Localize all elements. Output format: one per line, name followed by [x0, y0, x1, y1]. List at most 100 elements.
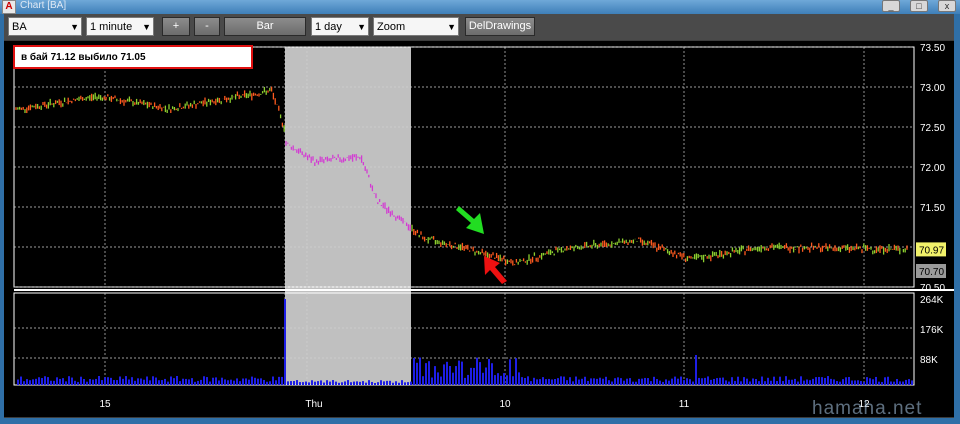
zoom-value: Zoom — [377, 21, 406, 33]
price-tick-label: 72.00 — [920, 163, 945, 174]
volume-bar — [458, 360, 460, 385]
range-select[interactable]: 1 day ▼ — [311, 17, 369, 36]
volume-bar — [746, 378, 748, 385]
volume-bar — [236, 378, 238, 385]
volume-bar — [713, 378, 715, 385]
volume-bar — [737, 376, 739, 385]
del-drawings-button[interactable]: DelDrawings — [465, 17, 535, 36]
volume-bar — [467, 374, 469, 385]
volume-bar — [398, 382, 400, 385]
volume-bar — [416, 362, 418, 385]
volume-bar — [755, 378, 757, 385]
volume-bar — [464, 377, 466, 385]
volume-bar — [794, 378, 796, 385]
volume-bar — [371, 381, 373, 385]
volume-bar — [440, 376, 442, 385]
volume-bar — [410, 381, 412, 385]
volume-bar — [452, 372, 454, 385]
volume-bar — [491, 363, 493, 385]
volume-bar — [521, 377, 523, 385]
volume-bar — [221, 377, 223, 385]
volume-bar — [155, 377, 157, 385]
volume-bar — [299, 382, 301, 385]
minimize-button[interactable]: _ — [882, 0, 900, 12]
zoom-out-button[interactable]: - — [194, 17, 220, 36]
volume-bar — [422, 376, 424, 385]
volume-bar — [665, 379, 667, 385]
volume-bar — [206, 377, 208, 385]
volume-bar — [317, 381, 319, 385]
chart-area[interactable]: 73.5073.0072.5072.0071.5071.0070.50264K1… — [4, 41, 954, 417]
volume-bar — [566, 380, 568, 385]
volume-bar — [428, 361, 430, 385]
volume-bar — [767, 377, 769, 385]
volume-bar — [347, 380, 349, 385]
chart-toolbar: BA ▼ 1 minute ▼ + - Bar 1 day ▼ Zoom ▼ D… — [4, 14, 954, 40]
volume-bar — [887, 376, 889, 385]
volume-bar — [524, 377, 526, 385]
volume-bar — [908, 379, 910, 385]
volume-bar — [431, 377, 433, 385]
volume-tick-label: 176K — [920, 325, 944, 336]
annotation-box[interactable]: в бай 71.12 выбило 71.05 — [13, 45, 253, 69]
volume-bar — [56, 377, 58, 385]
volume-bar — [224, 379, 226, 385]
volume-bar — [209, 381, 211, 385]
volume-bar — [902, 381, 904, 385]
volume-bar — [125, 376, 127, 385]
volume-bar — [425, 363, 427, 385]
volume-bar — [659, 380, 661, 385]
volume-bar — [530, 381, 532, 385]
volume-bar — [437, 372, 439, 385]
volume-bar — [53, 380, 55, 385]
volume-bar — [116, 380, 118, 385]
volume-bar — [260, 378, 262, 385]
volume-bar — [770, 380, 772, 385]
close-button[interactable]: x — [938, 0, 956, 12]
volume-bar — [113, 380, 115, 385]
volume-bar — [407, 382, 409, 385]
volume-bar — [740, 381, 742, 385]
volume-bar — [734, 380, 736, 385]
volume-bar — [170, 376, 172, 385]
maximize-button[interactable]: □ — [910, 0, 928, 12]
volume-bar — [248, 379, 250, 385]
volume-bar — [119, 376, 121, 385]
volume-bar — [449, 366, 451, 385]
volume-bar — [323, 382, 325, 385]
volume-bar — [20, 376, 22, 385]
interval-select[interactable]: 1 minute ▼ — [86, 17, 154, 36]
volume-bar — [872, 379, 874, 385]
volume-bar — [605, 376, 607, 385]
zoom-in-button[interactable]: + — [162, 17, 190, 36]
volume-bar — [773, 376, 775, 385]
symbol-select[interactable]: BA ▼ — [8, 17, 82, 36]
volume-bar — [593, 378, 595, 385]
volume-bar — [200, 379, 202, 385]
volume-bar — [32, 379, 34, 385]
zoom-select[interactable]: Zoom ▼ — [373, 17, 459, 36]
volume-bar — [278, 376, 280, 385]
volume-bar — [335, 381, 337, 385]
volume-bar — [599, 377, 601, 385]
volume-bar — [404, 382, 406, 385]
volume-bar — [230, 379, 232, 385]
volume-bar — [497, 373, 499, 385]
volume-bar — [776, 380, 778, 385]
volume-bar — [827, 376, 829, 385]
volume-bar — [494, 375, 496, 385]
volume-bar — [455, 366, 457, 385]
volume-bar — [302, 382, 304, 385]
volume-bar — [29, 380, 31, 385]
price-volume-chart[interactable]: 73.5073.0072.5072.0071.5071.0070.50264K1… — [4, 41, 954, 417]
chart-type-button[interactable]: Bar — [224, 17, 306, 36]
chart-window: BA ▼ 1 minute ▼ + - Bar 1 day ▼ Zoom ▼ D… — [4, 14, 954, 418]
volume-bar — [98, 376, 100, 385]
volume-bar — [851, 380, 853, 385]
volume-bar — [215, 377, 217, 385]
volume-bar — [401, 380, 403, 385]
volume-bar — [716, 378, 718, 385]
chevron-down-icon: ▼ — [357, 22, 366, 32]
volume-bar — [104, 377, 106, 385]
volume-bar — [218, 380, 220, 385]
